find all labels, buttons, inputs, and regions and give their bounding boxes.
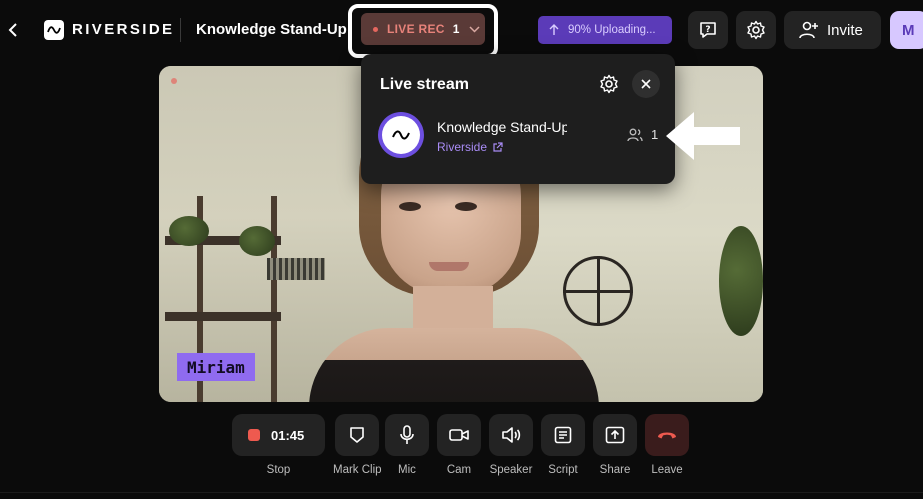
stream-platform-link[interactable]: Riverside: [437, 140, 503, 154]
stream-platform-label: Riverside: [437, 140, 488, 154]
script-label: Script: [548, 464, 578, 476]
plant: [239, 226, 275, 256]
mic-button[interactable]: [385, 414, 429, 456]
script-control: Script: [541, 414, 585, 476]
person-body: [309, 328, 599, 402]
back-icon[interactable]: [6, 18, 20, 42]
share-button[interactable]: [593, 414, 637, 456]
script-icon: [554, 426, 572, 444]
leave-phone-icon: [658, 432, 676, 439]
control-bar: 01:45 Stop Mark Clip Mic Cam Speaker Scr…: [0, 414, 923, 499]
shelf: [165, 312, 281, 321]
speaker-button[interactable]: [489, 414, 533, 456]
shield-icon: [350, 427, 365, 443]
stream-settings-button[interactable]: [597, 72, 621, 96]
cam-button[interactable]: [437, 414, 481, 456]
arrow-left-annotation-icon: [666, 112, 740, 160]
live-stream-popover: Live stream Knowledge Stand-Up Riverside…: [361, 54, 675, 184]
camera-icon: [449, 429, 469, 441]
wall-clock: [563, 256, 633, 326]
mic-label: Mic: [398, 464, 416, 476]
divider: [0, 492, 923, 493]
divider: [180, 18, 181, 42]
stop-icon: [248, 429, 260, 441]
avatar[interactable]: M: [890, 11, 923, 49]
invite-label: Invite: [827, 21, 863, 39]
riverside-logo-icon: [382, 116, 420, 154]
settings-button[interactable]: [736, 11, 776, 49]
leave-button[interactable]: [645, 414, 689, 456]
speaker-control: Speaker: [489, 414, 533, 476]
live-rec-dropdown[interactable]: LIVE REC 1: [361, 13, 485, 45]
stream-name: Knowledge Stand-Up: [437, 119, 567, 135]
viewer-count-value: 1: [651, 127, 659, 142]
person-eye: [455, 202, 477, 211]
mark-clip-label: Mark Clip: [333, 464, 382, 476]
external-link-icon: [493, 141, 503, 152]
recording-indicator: [171, 78, 177, 84]
top-bar: RIVERSIDE Knowledge Stand-Up LIVE REC 1 …: [0, 0, 923, 60]
chevron-down-icon: [469, 25, 480, 33]
stop-control: 01:45 Stop: [232, 414, 325, 476]
upload-arrow-icon: [549, 24, 559, 35]
leave-control: Leave: [645, 414, 689, 476]
upload-status-badge[interactable]: 90% Uploading...: [538, 16, 672, 44]
gear-icon: [600, 74, 618, 94]
viewer-count: 1: [627, 127, 658, 142]
stop-label: Stop: [266, 464, 291, 476]
person-eye: [399, 202, 421, 211]
plant: [169, 216, 209, 246]
mic-control: Mic: [385, 414, 429, 476]
plant: [719, 226, 763, 336]
upload-status-text: 90% Uploading...: [568, 24, 656, 36]
popover-title: Live stream: [380, 76, 469, 93]
riverside-logo-icon[interactable]: [44, 20, 64, 40]
feedback-icon: ?: [700, 22, 716, 38]
add-user-icon: [799, 21, 818, 39]
speaker-label: Speaker: [489, 464, 533, 476]
live-rec-label: LIVE REC: [387, 22, 445, 36]
stop-recording-button[interactable]: 01:45: [232, 414, 325, 456]
svg-text:?: ?: [705, 25, 710, 35]
person-mouth: [429, 262, 469, 271]
speaker-icon: [502, 427, 521, 443]
session-title: Knowledge Stand-Up: [196, 21, 347, 38]
share-icon: [605, 426, 625, 444]
gear-icon: [747, 20, 765, 40]
invite-button[interactable]: Invite: [784, 11, 881, 49]
script-button[interactable]: [541, 414, 585, 456]
share-control: Share: [593, 414, 637, 476]
shelf-post: [271, 196, 277, 402]
participant-name-tag: Miriam: [177, 353, 255, 381]
wall-vent: [267, 258, 325, 280]
live-rec-count: 1: [452, 22, 460, 36]
cam-control: Cam: [437, 414, 481, 476]
close-popover-button[interactable]: [632, 70, 660, 98]
share-label: Share: [599, 464, 631, 476]
brand-name: RIVERSIDE: [72, 21, 175, 38]
live-indicator-dot: [373, 26, 378, 32]
feedback-button[interactable]: ?: [688, 11, 728, 49]
users-icon: [627, 128, 643, 141]
cam-label: Cam: [446, 464, 472, 476]
recording-timer: 01:45: [271, 427, 305, 443]
close-icon: [641, 79, 651, 89]
mark-clip-control: Mark Clip: [333, 414, 382, 476]
mark-clip-button[interactable]: [335, 414, 380, 456]
stream-destination-logo: [378, 112, 424, 158]
leave-label: Leave: [651, 464, 683, 476]
mic-icon: [400, 425, 414, 444]
